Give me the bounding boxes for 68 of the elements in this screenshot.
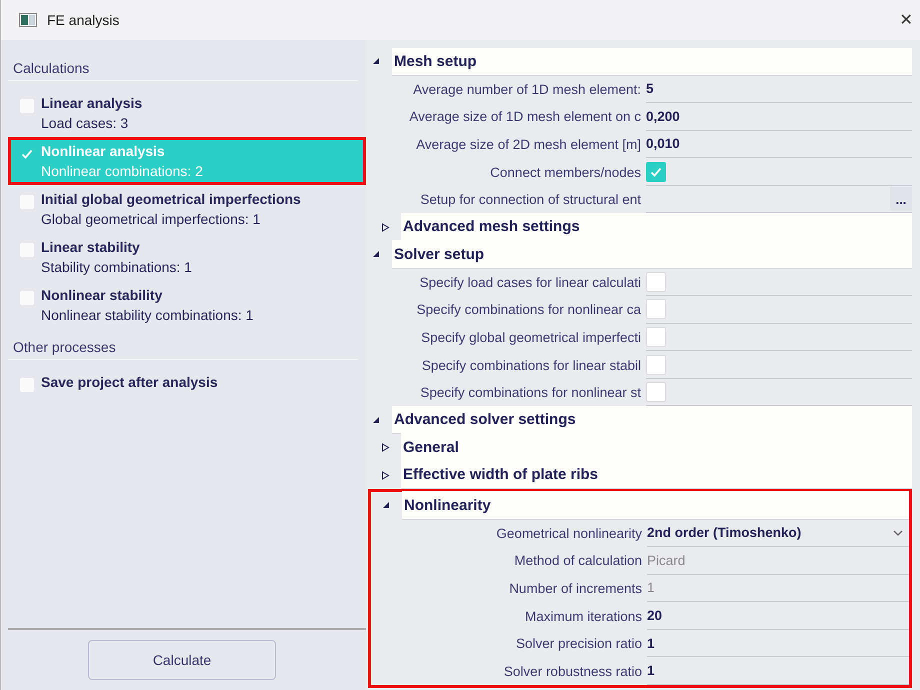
calculation-item[interactable]: Linear analysis Load cases: 3 [8,89,366,137]
group-header[interactable]: Solver setup [392,240,912,269]
collapse-icon[interactable] [372,250,381,260]
property-label: Average size of 2D mesh element [m] [415,136,641,152]
checkbox[interactable] [646,272,666,292]
property-value[interactable]: 20 [647,608,662,624]
item-title: Nonlinear analysis [41,143,166,159]
property-label: Geometrical nonlinearity [495,526,642,541]
dropdown[interactable]: 2nd order (Timoshenko) [647,519,909,546]
property-label: Number of increments [508,580,642,596]
group-header[interactable]: Advanced mesh settings [401,212,912,242]
window-title: FE analysis [47,12,120,28]
item-detail: Stability combinations: 1 [41,259,192,275]
property-value[interactable]: 0,010 [646,136,680,152]
property-label: Specify global geometrical imperfecti [420,330,641,345]
calculation-item[interactable]: Linear stability Stability combinations: 1 [8,233,366,281]
property-label: Average number of 1D mesh element: [412,82,641,97]
collapse-icon[interactable] [372,416,381,425]
section-heading: Calculations [8,56,358,81]
group-header[interactable]: Advanced solver settings [392,406,912,434]
property-value[interactable]: 1 [647,663,655,678]
property-value[interactable]: 1 [647,636,655,651]
calculate-button[interactable]: Calculate [88,640,276,680]
item-title: Nonlinear stability [41,287,164,303]
property-label: Maximum iterations [524,608,642,624]
item-title: Linear stability [41,239,141,255]
property-value[interactable]: 5 [646,81,654,96]
option-label: Save project after analysis [41,374,218,390]
expand-icon[interactable] [381,222,390,232]
property-value[interactable]: 0,200 [646,108,680,124]
item-detail: Nonlinear combinations: 2 [41,163,203,179]
close-button[interactable]: ✕ [892,6,920,34]
expand-icon[interactable] [381,470,390,480]
group-header[interactable]: Mesh setup [392,48,912,76]
item-title: Initial global geometrical imperfections [41,191,301,207]
item-detail: Nonlinear stability combinations: 1 [41,307,254,323]
property-label: Specify load cases for linear calculati [418,274,641,290]
expand-icon[interactable] [381,443,390,452]
checkbox[interactable] [646,299,666,320]
chevron-down-icon [893,530,903,536]
property-label: Specify combinations for nonlinear ca [416,302,641,318]
calculation-item[interactable]: Nonlinear stability Nonlinear stability combinations: 1 [8,281,366,329]
item-detail: Load cases: 3 [41,115,130,131]
group-header[interactable]: Nonlinearity [402,491,909,520]
group-header[interactable]: Effective width of plate ribs [401,460,912,490]
property-label: Specify combinations for nonlinear st [419,385,641,400]
item-title: Linear analysis [41,95,142,111]
checkbox[interactable] [646,162,666,182]
calculation-item[interactable]: Initial global geometrical imperfections Global geometrical imperfections: 1 [8,185,366,233]
property-label: Specify combinations for linear stabil [420,358,641,373]
property-label: Solver robustness ratio [502,664,642,679]
property-label: Average size of 1D mesh element on c [408,109,641,124]
section-heading: Other processes [8,335,358,360]
browse-button[interactable]: ... [890,187,912,212]
collapse-icon[interactable] [382,501,391,510]
group-header[interactable]: General [401,433,912,462]
property-label: Method of calculation [513,553,642,568]
checkbox[interactable] [646,382,666,402]
property-label: Solver precision ratio [514,636,642,652]
property-label: Connect members/nodes [489,164,641,180]
collapse-icon[interactable] [372,57,381,66]
property-label: Setup for connection of structural ent [419,192,641,208]
item-detail: Global geometrical imperfections: 1 [41,211,262,227]
checkbox[interactable] [646,326,666,347]
app-icon [19,13,37,27]
check-icon [650,166,662,177]
check-icon [21,149,33,159]
checkbox[interactable] [646,354,666,375]
